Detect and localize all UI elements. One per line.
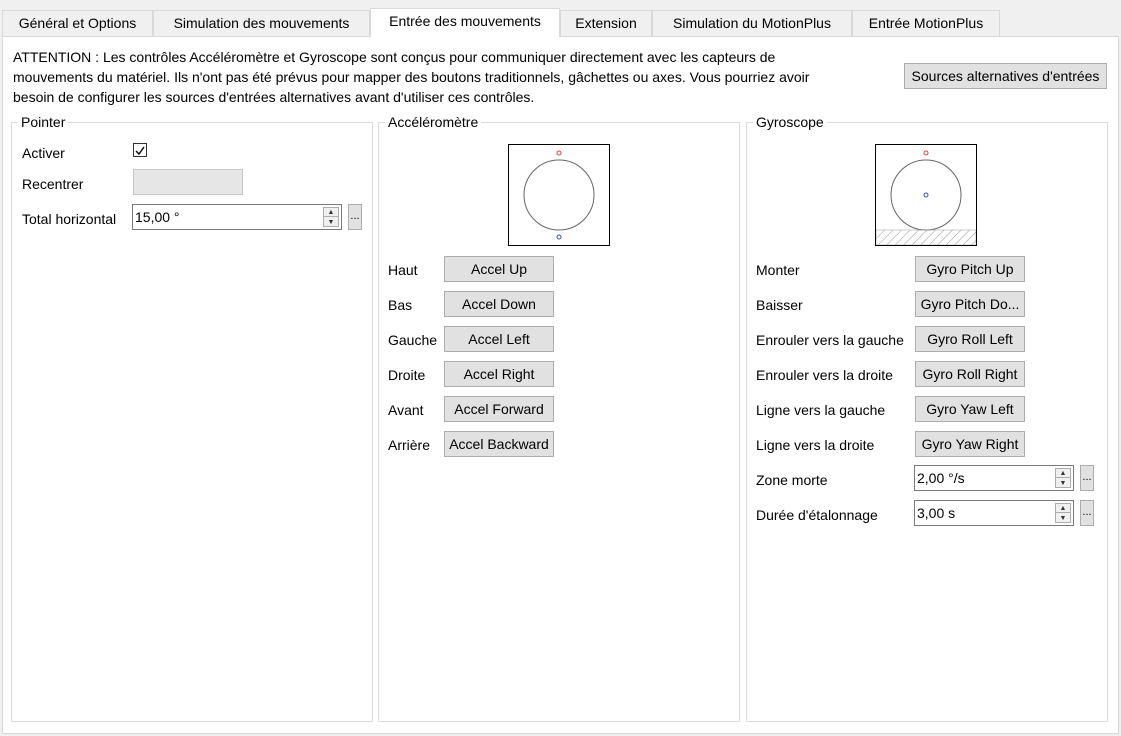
deadzone-more-button[interactable]: ...: [1080, 465, 1094, 491]
warning-line-1: ATTENTION : Les contrôles Accéléromètre …: [13, 49, 776, 65]
gyro-yaw-right-button[interactable]: Gyro Yaw Right: [915, 431, 1025, 457]
spin-up-icon[interactable]: ▲: [324, 208, 338, 217]
warning-line-2: mouvements du matériel. Ils n'ont pas ét…: [13, 69, 810, 85]
accel-up-button[interactable]: Accel Up: [444, 256, 554, 282]
accelerometer-group: Accéléromètre Haut Accel Up Bas Accel Do…: [378, 114, 740, 722]
gyro-pitch-down-label: Baisser: [756, 297, 803, 313]
gyro-pitch-up-button[interactable]: Gyro Pitch Up: [915, 256, 1025, 282]
spin-up-icon[interactable]: ▲: [1056, 504, 1070, 513]
accelerometer-indicator-icon: [523, 150, 595, 240]
spin-buttons[interactable]: ▲ ▼: [323, 207, 339, 227]
accel-backward-button[interactable]: Accel Backward: [444, 431, 554, 457]
gyro-yaw-left-label: Ligne vers la gauche: [756, 402, 886, 418]
accel-left-label: Gauche: [388, 332, 438, 348]
calibration-duration-spinbox[interactable]: 3,00 s ▲ ▼: [914, 500, 1074, 526]
accel-backward-label: Arrière: [388, 437, 431, 453]
gyro-roll-left-button[interactable]: Gyro Roll Left: [915, 326, 1025, 352]
recenter-binding-button[interactable]: [133, 169, 243, 195]
tab-extension[interactable]: Extension: [560, 10, 652, 36]
tab-general-options[interactable]: Général et Options: [2, 10, 153, 36]
spin-buttons[interactable]: ▲ ▼: [1055, 503, 1071, 523]
warning-text: ATTENTION : Les contrôles Accéléromètre …: [13, 47, 873, 107]
accel-left-button[interactable]: Accel Left: [444, 326, 554, 352]
accel-right-label: Droite: [388, 367, 426, 383]
accelerometer-visualization: [508, 144, 610, 246]
gyro-yaw-left-button[interactable]: Gyro Yaw Left: [915, 396, 1025, 422]
warning-line-3: besoin de configurer les sources d'entré…: [13, 89, 535, 105]
gyroscope-indicator-icon: [875, 150, 977, 246]
tab-bar: Général et Options Simulation des mouvem…: [0, 8, 1121, 37]
calibration-duration-more-button[interactable]: ...: [1080, 500, 1094, 526]
spin-up-icon[interactable]: ▲: [1056, 469, 1070, 478]
accel-down-label: Bas: [388, 297, 413, 313]
recenter-label: Recentrer: [22, 176, 84, 192]
tab-motion-simulation[interactable]: Simulation des mouvements: [153, 10, 370, 36]
accel-right-button[interactable]: Accel Right: [444, 361, 554, 387]
calibration-duration-label: Durée d'étalonnage: [756, 507, 878, 523]
alternative-input-sources-button[interactable]: Sources alternatives d'entrées: [904, 63, 1107, 89]
accel-down-button[interactable]: Accel Down: [444, 291, 554, 317]
gyro-yaw-right-label: Ligne vers la droite: [756, 437, 875, 453]
accel-forward-button[interactable]: Accel Forward: [444, 396, 554, 422]
total-horizontal-spinbox[interactable]: 15,00 ° ▲ ▼: [132, 204, 342, 230]
gyroscope-group-title: Gyroscope: [753, 114, 827, 130]
spin-down-icon[interactable]: ▼: [1056, 479, 1070, 488]
total-horizontal-more-button[interactable]: ...: [348, 204, 362, 230]
tab-motion-input[interactable]: Entrée des mouvements: [370, 8, 560, 37]
deadzone-spinbox[interactable]: 2,00 °/s ▲ ▼: [914, 465, 1074, 491]
total-horizontal-label: Total horizontal: [22, 211, 117, 227]
accel-up-label: Haut: [388, 262, 418, 278]
total-horizontal-value: 15,00 °: [135, 209, 180, 225]
gyro-pitch-down-button[interactable]: Gyro Pitch Do...: [915, 291, 1025, 317]
gyroscope-group: Gyroscope Monter Gyro Pitch Up Baisser G…: [746, 114, 1108, 722]
gyro-roll-right-button[interactable]: Gyro Roll Right: [915, 361, 1025, 387]
spin-buttons[interactable]: ▲ ▼: [1055, 468, 1071, 488]
gyro-pitch-up-label: Monter: [756, 262, 800, 278]
pointer-group: Pointer Activer Recentrer Total horizont…: [11, 114, 373, 722]
gyroscope-visualization: [875, 144, 977, 246]
accel-forward-label: Avant: [388, 402, 424, 418]
enable-checkbox[interactable]: [133, 143, 147, 157]
checkmark-icon: [135, 146, 145, 156]
tab-content-panel: ATTENTION : Les contrôles Accéléromètre …: [2, 36, 1119, 734]
spin-down-icon[interactable]: ▼: [1056, 514, 1070, 523]
deadzone-value: 2,00 °/s: [917, 470, 965, 486]
tab-motionplus-simulation[interactable]: Simulation du MotionPlus: [652, 10, 852, 36]
spin-down-icon[interactable]: ▼: [324, 218, 338, 227]
tab-motionplus-input[interactable]: Entrée MotionPlus: [852, 10, 1000, 36]
pointer-group-title: Pointer: [18, 114, 69, 130]
gyro-roll-left-label: Enrouler vers la gauche: [756, 332, 904, 348]
enable-label: Activer: [22, 145, 65, 161]
gyro-roll-right-label: Enrouler vers la droite: [756, 367, 893, 383]
calibration-duration-value: 3,00 s: [917, 505, 956, 521]
accelerometer-group-title: Accéléromètre: [385, 114, 482, 130]
deadzone-label: Zone morte: [756, 472, 828, 488]
